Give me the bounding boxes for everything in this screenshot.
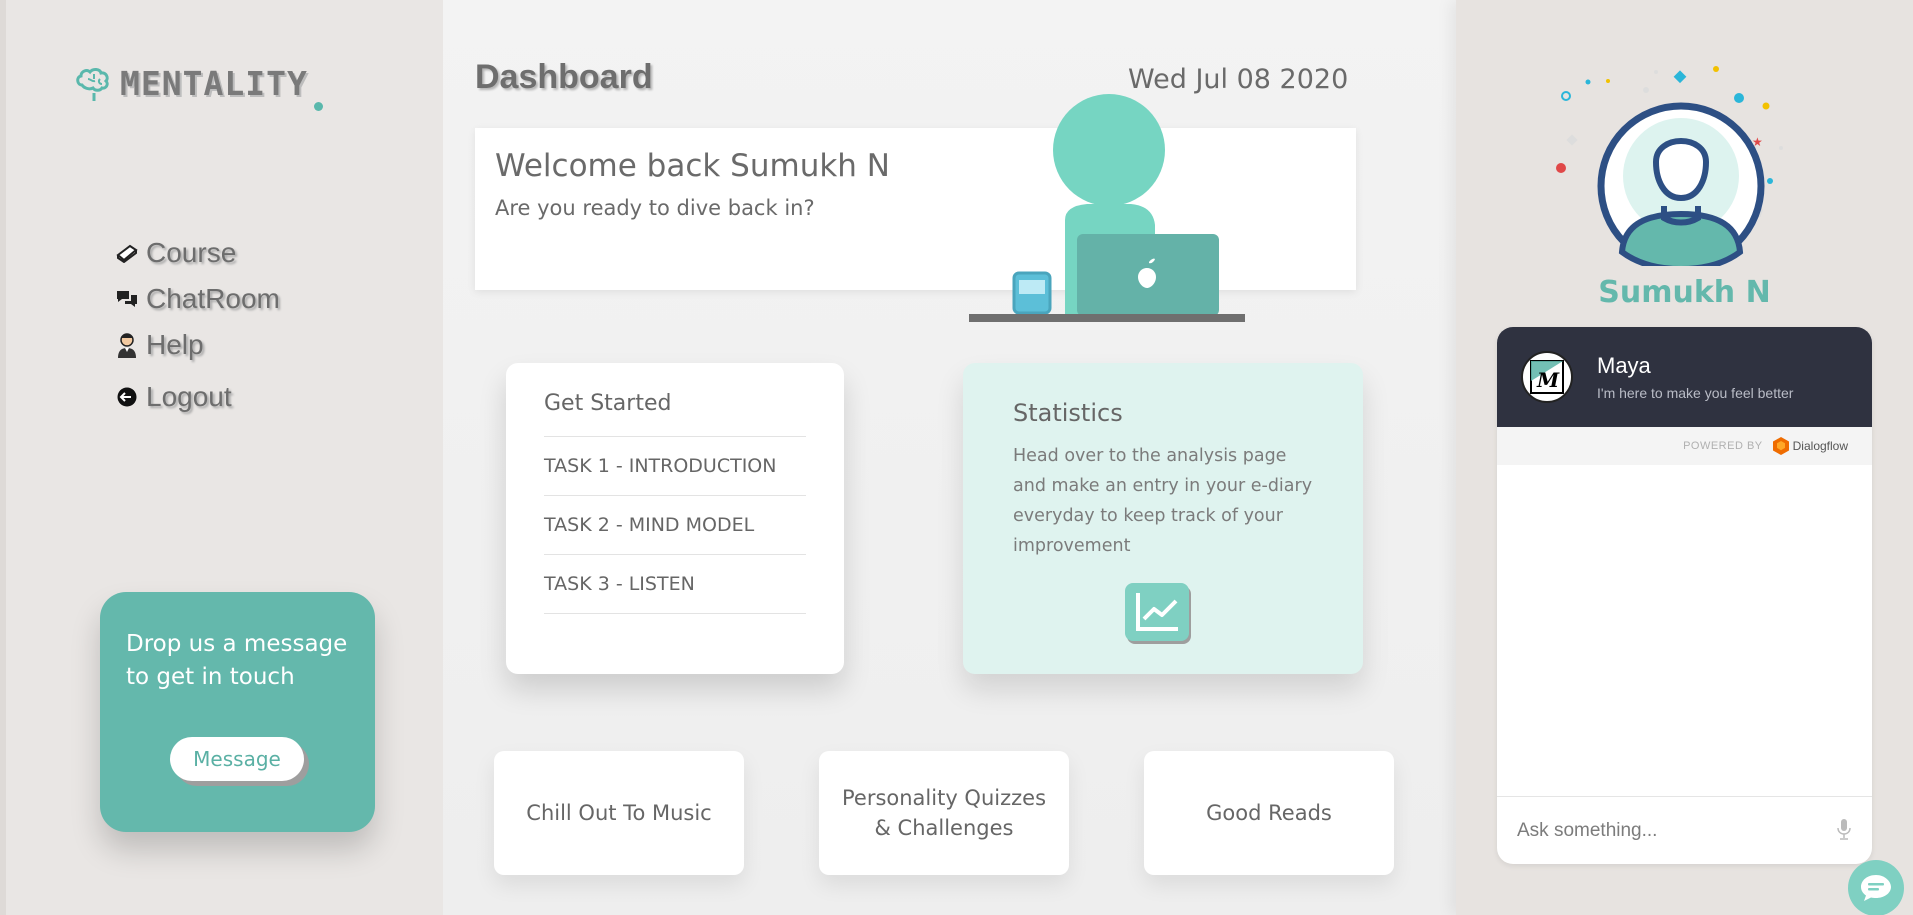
bot-avatar: M: [1521, 351, 1573, 403]
page-title: Dashboard: [475, 58, 653, 96]
chatbot-header: M Maya I'm here to make you feel better: [1497, 327, 1872, 427]
svg-text:M: M: [1536, 368, 1560, 392]
chat-bubbles-icon: [116, 288, 138, 310]
left-sidebar: MENTALITY Course ChatRoom Help Logout Dr…: [0, 0, 443, 915]
microphone-icon[interactable]: [1836, 818, 1852, 844]
bot-tagline: I'm here to make you feel better: [1597, 385, 1794, 401]
sidebar-item-help[interactable]: Help: [116, 322, 280, 368]
dialogflow-label: Dialogflow: [1792, 439, 1848, 453]
sidebar-nav: Course ChatRoom Help Logout: [116, 230, 280, 420]
chat-messages-area[interactable]: [1497, 465, 1872, 796]
statistics-description: Head over to the analysis page and make …: [1013, 446, 1313, 556]
person-icon: [116, 333, 138, 358]
bot-name: Maya: [1597, 353, 1651, 378]
analysis-button[interactable]: [1125, 583, 1189, 641]
task-link-mind-model[interactable]: TASK 2 - MIND MODEL: [544, 496, 806, 555]
contact-card: Drop us a message to get in touch Messag…: [100, 592, 375, 832]
logout-icon: [116, 386, 138, 408]
avatar: ★: [1556, 66, 1783, 266]
sidebar-item-chatroom[interactable]: ChatRoom: [116, 276, 280, 322]
chat-input[interactable]: [1517, 819, 1836, 842]
powered-by-label: POWERED BY: [1683, 440, 1763, 452]
tile-personality-quizzes[interactable]: Personality Quizzes & Challenges: [819, 751, 1069, 875]
sidebar-item-label: Logout: [146, 381, 232, 412]
chat-bubble-icon: [1861, 875, 1891, 901]
statistics-title: Statistics: [1013, 399, 1123, 427]
sidebar-item-label: Course: [146, 237, 237, 268]
sidebar-item-logout[interactable]: Logout: [116, 374, 280, 420]
sidebar-item-course[interactable]: Course: [116, 230, 280, 276]
task-link-introduction[interactable]: TASK 1 - INTRODUCTION: [544, 437, 806, 496]
dialogflow-brand[interactable]: Dialogflow: [1772, 437, 1848, 455]
chat-input-row: [1497, 796, 1872, 864]
main-content: Dashboard Wed Jul 08 2020 Welcome back S…: [443, 0, 1456, 915]
brand-dot: [314, 102, 323, 111]
brand-name: MENTALITY: [120, 64, 308, 103]
sidebar-item-label: ChatRoom: [146, 283, 280, 314]
sidebar-item-label: Help: [146, 329, 204, 360]
profile-name: Sumukh N: [1598, 275, 1771, 310]
tile-good-reads[interactable]: Good Reads: [1144, 751, 1394, 875]
message-button[interactable]: Message: [170, 737, 304, 781]
chat-toggle-button[interactable]: [1848, 860, 1904, 915]
bot-logo-icon: M: [1530, 360, 1564, 394]
right-sidebar: ★ Sumukh N M Maya I'm here to make you f…: [1456, 0, 1913, 915]
get-started-title: Get Started: [544, 391, 806, 437]
tile-chill-out-music[interactable]: Chill Out To Music: [494, 751, 744, 875]
brand-logo[interactable]: MENTALITY: [74, 64, 323, 111]
dialogflow-icon: [1772, 437, 1789, 455]
book-icon: [116, 242, 138, 264]
chart-line-icon: [1136, 593, 1178, 631]
powered-by-bar: POWERED BY Dialogflow: [1497, 427, 1872, 465]
statistics-card: Statistics Head over to the analysis pag…: [963, 363, 1363, 674]
contact-text: Drop us a message to get in touch: [126, 631, 348, 690]
get-started-card: Get Started TASK 1 - INTRODUCTION TASK 2…: [506, 363, 844, 674]
brain-icon: [76, 67, 109, 101]
person-laptop-illustration: [969, 94, 1245, 322]
chatbot-widget: M Maya I'm here to make you feel better …: [1497, 327, 1872, 864]
task-link-listen[interactable]: TASK 3 - LISTEN: [544, 555, 806, 614]
